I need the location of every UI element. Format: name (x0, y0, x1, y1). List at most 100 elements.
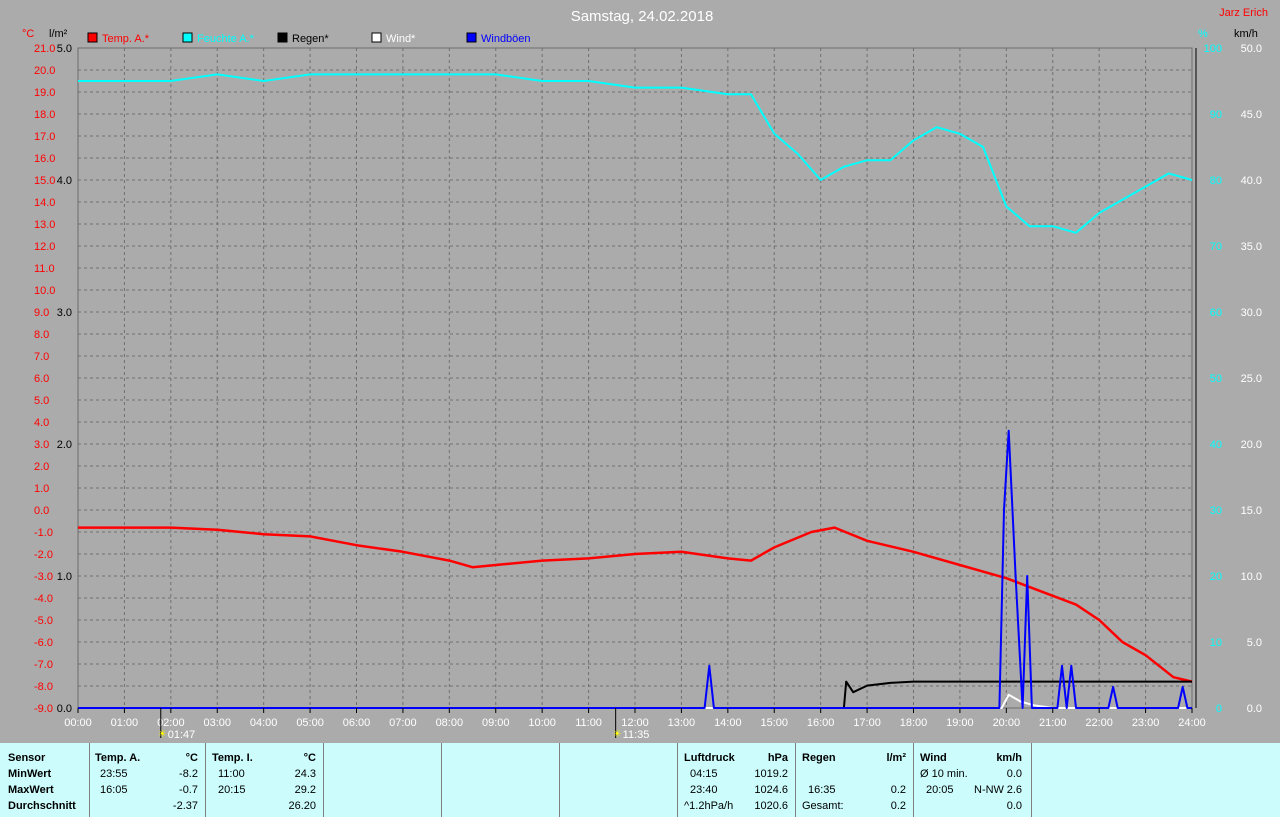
table-divider (677, 743, 678, 817)
wind-axis-tick-label: 50.0 (1241, 43, 1262, 55)
sunset-icon: ☀ (613, 729, 622, 740)
x-axis-tick-label: 16:00 (807, 717, 835, 729)
rain-header: Regen (802, 752, 836, 764)
wind-axis-tick-label: 40.0 (1241, 175, 1262, 187)
humidity-axis-tick-label: 90 (1210, 109, 1222, 121)
table-divider (323, 743, 324, 817)
wind-axis-tick-label: 0.0 (1247, 703, 1262, 715)
table-divider (441, 743, 442, 817)
temp-axis-tick-label: 8.0 (34, 329, 49, 341)
wind-unit: km/h (996, 752, 1022, 764)
table-divider (913, 743, 914, 817)
temp-axis-tick-label: 20.0 (34, 65, 55, 77)
x-axis-tick-label: 00:00 (64, 717, 92, 729)
legend-label: Regen* (292, 33, 329, 45)
temp-a-unit: °C (185, 752, 198, 764)
temp-axis-tick-label: 4.0 (34, 417, 49, 429)
x-axis-tick-label: 19:00 (946, 717, 974, 729)
temp-axis-tick-label: -4.0 (34, 593, 53, 605)
legend-swatch (87, 32, 98, 43)
wind-axis-tick-label: 5.0 (1247, 637, 1262, 649)
marker-time: 01:47 (168, 729, 196, 741)
temp-axis-tick-label: 12.0 (34, 241, 55, 253)
weather-chart: 21.0 20.0 19.0 18.0 17.0 16.0 15.0 14.0 13.0 12.0… (22, 7, 1268, 741)
legend-item: Wind* (371, 32, 416, 45)
pressure-unit: hPa (767, 752, 788, 764)
humidity-axis-tick-label: 70 (1210, 241, 1222, 253)
wind-header: Wind (920, 752, 947, 764)
humidity-axis-tick-label: 0 (1216, 703, 1222, 715)
x-axis-tick-label: 01:00 (111, 717, 139, 729)
wind-axis-tick-label: 10.0 (1241, 571, 1262, 583)
humidity-axis-tick-label: 50 (1210, 373, 1222, 385)
temp-i-unit: °C (303, 752, 316, 764)
row-label-min: MinWert (8, 768, 52, 780)
temp-i-header: Temp. I. (212, 752, 253, 764)
wind-third-value: 0.0 (1006, 800, 1022, 812)
x-axis-tick-label: 11:00 (575, 717, 602, 729)
wind-axis-tick-label: 30.0 (1241, 307, 1262, 319)
pressure-min-value: 1019.2 (754, 768, 788, 780)
table-divider (1031, 743, 1032, 817)
wind-axis-tick-label: 15.0 (1241, 505, 1262, 517)
x-axis-tick-label: 13:00 (668, 717, 696, 729)
table-divider (89, 743, 90, 817)
rain-axis-tick-label: 3.0 (57, 307, 72, 319)
temp-axis-tick-label: 7.0 (34, 351, 49, 363)
temp-axis-tick-label: 1.0 (34, 483, 49, 495)
rain-max-time: 16:35 (808, 784, 836, 796)
pressure-max-time: 23:40 (690, 784, 718, 796)
pressure-avg-value: 1020.6 (754, 800, 788, 812)
table-divider (795, 743, 796, 817)
wind-avg-label: Ø 10 min. (920, 768, 968, 780)
rain-axis-tick-label: 5.0 (57, 43, 72, 55)
legend-swatch (277, 32, 288, 43)
x-axis-tick-label: 15:00 (760, 717, 788, 729)
temp-a-max-value: -0.7 (179, 784, 198, 796)
temp-axis-tick-label: 11.0 (34, 263, 55, 275)
temp-axis-tick-label: 16.0 (34, 153, 55, 165)
rain-total-value: 0.2 (890, 800, 906, 812)
temp-axis-tick-label: 21.0 (34, 43, 55, 55)
legend-item: Windböen (466, 32, 531, 45)
x-axis-tick-label: 03:00 (203, 717, 231, 729)
wind-unit: km/h (1234, 28, 1258, 40)
temp-a-min-time: 23:55 (100, 768, 128, 780)
pressure-trend: ^1.2hPa/h (684, 800, 734, 812)
temp-axis-tick-label: 15.0 (34, 175, 55, 187)
wind-axis-tick-label: 35.0 (1241, 241, 1262, 253)
temp-a-header: Temp. A. (95, 752, 141, 764)
legend-swatch (182, 32, 193, 43)
sensor-header: Sensor (8, 752, 46, 764)
x-axis-tick-label: 23:00 (1132, 717, 1160, 729)
author-label: Jarz Erich (1219, 7, 1268, 19)
humidity-axis-tick-label: 40 (1210, 439, 1222, 451)
sunrise-icon: ☀ (158, 729, 167, 740)
x-axis-tick-label: 06:00 (343, 717, 371, 729)
legend-item: Regen* (277, 32, 329, 45)
temp-axis-tick-label: 5.0 (34, 395, 49, 407)
x-axis-tick-label: 18:00 (900, 717, 928, 729)
temp-i-max-value: 29.2 (294, 784, 316, 796)
wind-axis-tick-label: 25.0 (1241, 373, 1262, 385)
rain-unit: l/m² (886, 752, 906, 764)
pressure-min-time: 04:15 (690, 768, 718, 780)
legend-swatch (466, 32, 477, 43)
x-axis-tick-label: 09:00 (482, 717, 510, 729)
x-axis-tick-label: 07:00 (389, 717, 417, 729)
humidity-axis-tick-label: 100 (1204, 43, 1222, 55)
temp-axis-tick-label: 14.0 (34, 197, 55, 209)
humidity-axis-tick-label: 20 (1210, 571, 1222, 583)
x-axis-tick-label: 24:00 (1178, 717, 1206, 729)
x-axis-tick-label: 04:00 (250, 717, 278, 729)
pressure-max-value: 1024.6 (754, 784, 788, 796)
rain-total-label: Gesamt: (802, 800, 844, 812)
legend-item: Feuchte A.* (182, 32, 255, 45)
x-axis-tick-label: 14:00 (714, 717, 742, 729)
legend-label: Windböen (481, 33, 531, 45)
rain-axis-tick-label: 2.0 (57, 439, 72, 451)
humidity-axis-tick-label: 30 (1210, 505, 1222, 517)
temp-axis-tick-label: 17.0 (34, 131, 55, 143)
x-axis-tick-label: 08:00 (436, 717, 464, 729)
wind-max-time: 20:05 (926, 784, 954, 796)
